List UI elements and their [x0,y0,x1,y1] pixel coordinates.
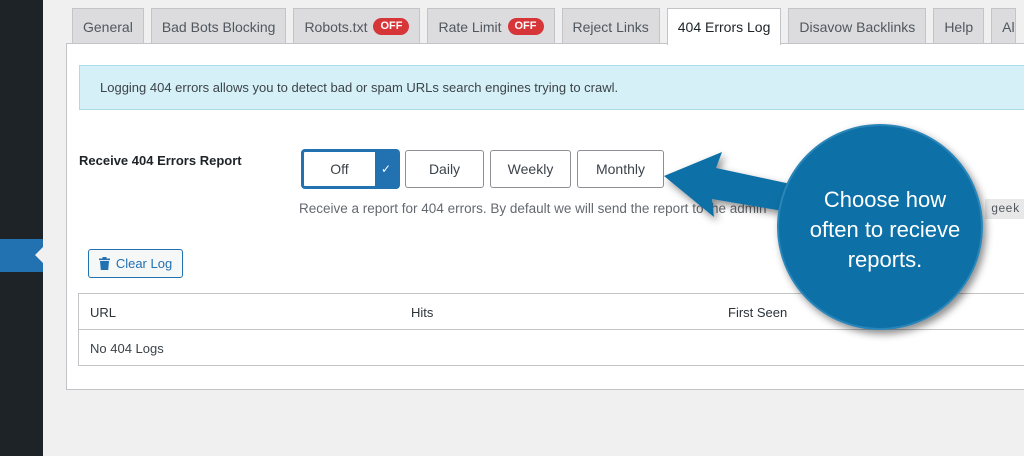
tab-label: 404 Errors Log [677,19,771,35]
admin-email-code: geek [985,199,1024,219]
report-option-daily[interactable]: Daily [405,150,484,188]
column-hits[interactable]: Hits [411,305,433,320]
report-option-weekly[interactable]: Weekly [490,150,571,188]
check-icon: ✓ [375,152,397,186]
column-url[interactable]: URL [90,305,116,320]
status-badge: OFF [373,18,410,35]
admin-sidebar [0,0,43,456]
trash-icon [98,257,110,270]
tab-label: Disavow Backlinks [799,18,916,35]
tab-label: Bad Bots Blocking [161,18,276,35]
table-row: No 404 Logs [79,330,1024,366]
tab-help[interactable]: Help [933,8,985,44]
tab-label: General [83,18,133,35]
report-setting-label: Receive 404 Errors Report [79,153,242,168]
tab-disavow-backlinks[interactable]: Disavow Backlinks [788,8,927,44]
clear-log-label: Clear Log [115,256,173,271]
tab-robots-txt[interactable]: Robots.txt OFF [293,8,421,44]
info-notice: Logging 404 errors allows you to detect … [79,65,1024,110]
errors-log-table: URL Hits First Seen No 404 Logs [78,293,1024,366]
tab-rate-limit[interactable]: Rate Limit OFF [427,8,555,44]
tab-truncated[interactable]: Al [991,8,1016,44]
report-option-off[interactable]: Off ✓ [302,150,399,188]
active-menu-indicator [35,247,43,263]
tab-bad-bots-blocking[interactable]: Bad Bots Blocking [150,8,287,44]
option-label: Daily [428,161,461,177]
tab-404-errors-log[interactable]: 404 Errors Log [666,8,782,45]
settings-tabs: General Bad Bots Blocking Robots.txt OFF … [72,8,1016,45]
callout-text: Choose how often to recieve reports. [790,185,980,275]
tab-general[interactable]: General [72,8,144,44]
column-first-seen[interactable]: First Seen [728,305,787,320]
report-option-monthly[interactable]: Monthly [577,150,664,188]
callout-line: Choose how [823,187,947,212]
callout-line: reports. [847,247,923,272]
empty-table-message: No 404 Logs [90,341,164,356]
tab-label: Robots.txt [304,18,368,35]
tab-label: Reject Links [572,18,649,35]
option-label: Off [330,161,349,177]
callout-line: often to recieve [809,217,961,242]
tab-label: Help [944,18,974,35]
report-description: Receive a report for 404 errors. By defa… [299,201,767,216]
option-label: Monthly [595,161,646,177]
tab-reject-links[interactable]: Reject Links [561,8,660,44]
tab-label: Rate Limit [438,18,502,35]
clear-log-button[interactable]: Clear Log [88,249,183,278]
option-label: Weekly [507,161,554,177]
status-badge: OFF [507,18,544,35]
tab-label: Al [1002,18,1015,35]
table-header: URL Hits First Seen [79,294,1024,330]
notice-text: Logging 404 errors allows you to detect … [100,80,619,95]
